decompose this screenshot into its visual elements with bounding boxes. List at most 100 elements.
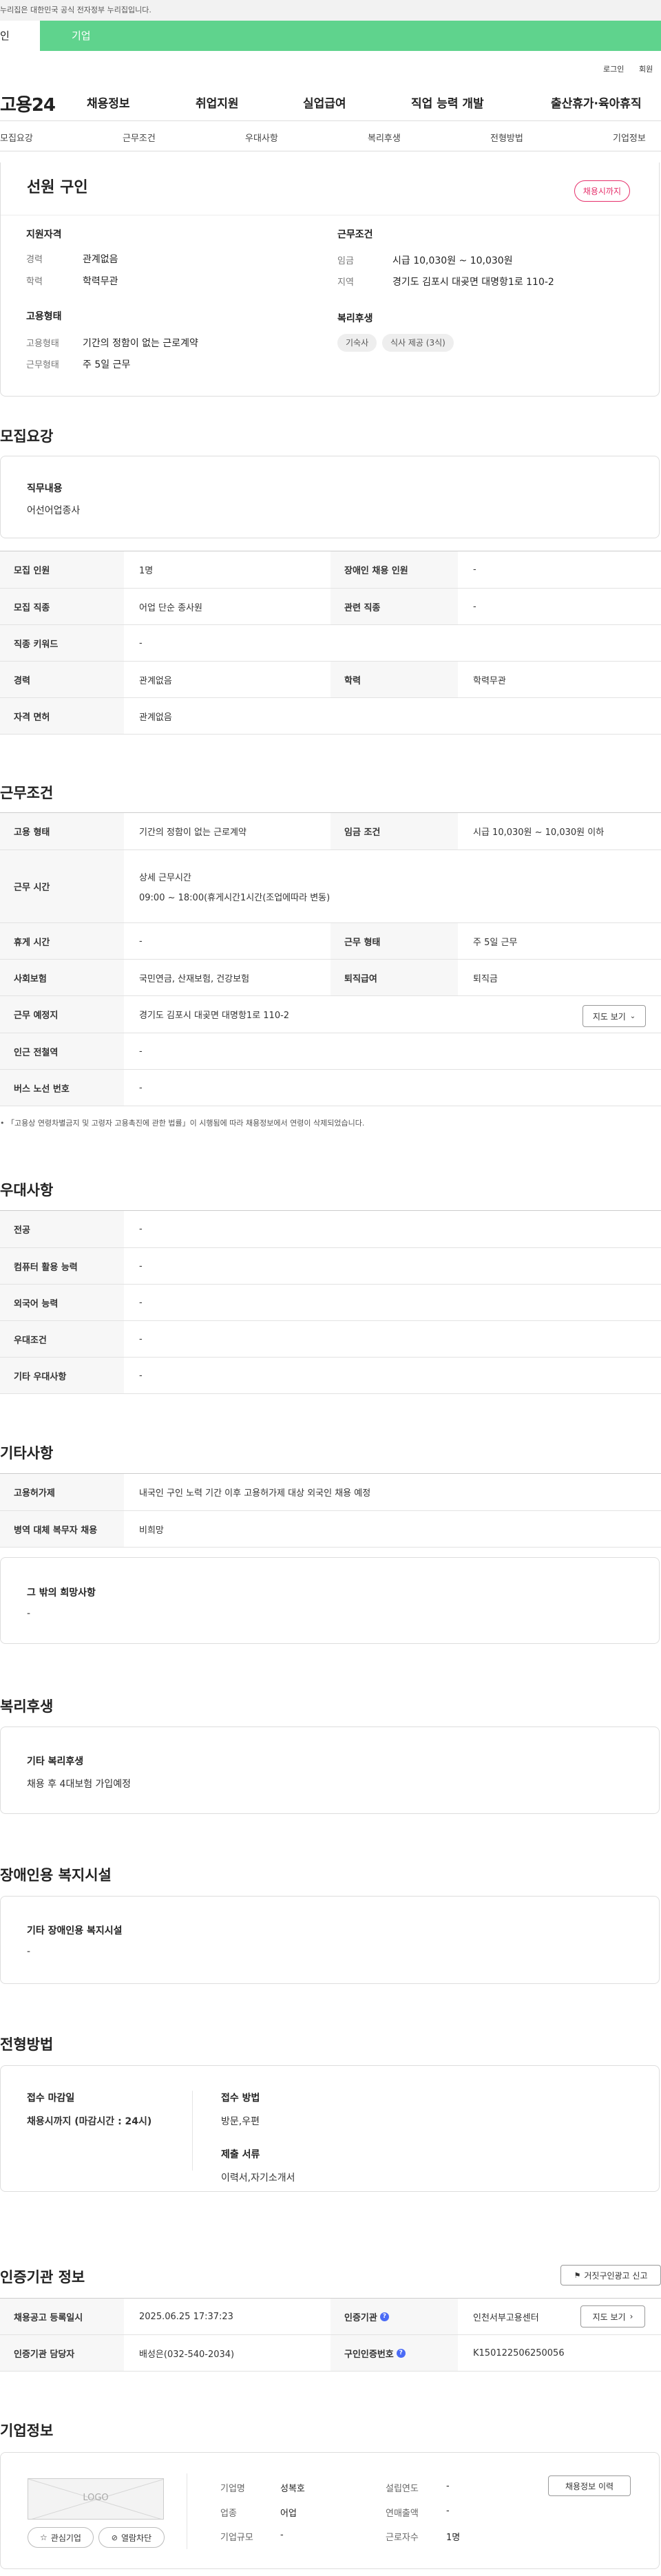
join-link[interactable]: 회원 [639, 63, 653, 74]
conditions-label: 근무조건 [337, 229, 373, 240]
pref-table: 전공 - 컴퓨터 활용 능력 - 외국어 능력 - 우대조건 - 기타 우대사항… [0, 1210, 661, 1394]
star-icon: ☆ [40, 2533, 48, 2542]
table-row: 근무 예정지 경기도 김포시 대곶면 대명항1로 110-2 [0, 996, 661, 1033]
gnb-menu-unemployment-benefit[interactable]: 실업급여 [303, 94, 346, 111]
auth-id-key: 구인인증번호 [344, 2349, 394, 2360]
subnav-process[interactable]: 전형방법 [490, 131, 523, 144]
bell-icon: ⚑ [574, 2270, 581, 2280]
duty-box: 직무내용 어선어업종사 [0, 456, 660, 538]
subnav-welfare[interactable]: 복리후생 [368, 131, 401, 144]
page: 누리집은 대한민국 공식 전자정부 누리집입니다. 인 기업 로그인 회원 고용… [0, 0, 661, 2576]
map-view-button[interactable]: 지도 보기 ⌄ [583, 1005, 646, 1027]
section-nav: 모집요강 근무조건 우대사항 복리후생 전형방법 기업정보 [0, 121, 661, 151]
method-title: 접수 방법 [221, 2093, 260, 2104]
gnb-menu-maternity-leave[interactable]: 출산휴가·육아휴직 [551, 94, 642, 111]
table-key: 퇴직급여 [330, 960, 458, 995]
tab-individual[interactable]: 인 [0, 21, 40, 51]
table-key: 근무 예정지 [0, 996, 124, 1033]
table-row: 사회보험 국민연금, 산재보험, 건강보험 퇴직급여 퇴직금 [0, 960, 661, 996]
job-history-button[interactable]: 채용정보 이력 [548, 2475, 631, 2496]
table-value: 2025.06.25 17:37:23 [139, 2311, 233, 2322]
block-icon: ⊘ [111, 2533, 118, 2542]
table-value: 시급 10,030원 ~ 10,030원 이하 [473, 827, 605, 838]
other-wishes-value: - [27, 1608, 31, 1619]
login-link[interactable]: 로그인 [603, 63, 624, 74]
table-row: 직종 키워드 - [0, 625, 661, 662]
other-wishes-box: 그 밖의 희망사항 - [0, 1557, 660, 1644]
subnav-conditions[interactable]: 근무조건 [123, 131, 156, 144]
qualification-label: 지원자격 [26, 229, 62, 240]
table-row: 외국어 능력 - [0, 1285, 661, 1321]
table-key: 모집 직종 [0, 589, 124, 624]
table-value: - [473, 601, 476, 612]
gnb-menu-employment-support[interactable]: 취업지원 [196, 94, 239, 111]
table-key: 학력 [330, 662, 458, 697]
table-key: 인증기관? [330, 2299, 458, 2334]
table-value: - [473, 564, 476, 575]
deadline-title: 접수 마감일 [27, 2093, 75, 2104]
company-heading: 기업정보 [0, 2422, 54, 2439]
table-value: - [139, 1333, 143, 1344]
auth-map-button[interactable]: 지도 보기 › [580, 2305, 645, 2327]
industry-value: 어업 [280, 2509, 297, 2519]
gov-banner: 누리집은 대한민국 공식 전자정부 누리집입니다. [0, 0, 661, 21]
docs-value: 이력서,자기소개서 [221, 2173, 295, 2184]
wage-value: 시급 10,030원 ~ 10,030원 [392, 255, 513, 266]
etc-table: 고용허가제 내국인 구인 노력 기간 이후 고용허가제 대상 외국인 채용 예정… [0, 1473, 661, 1548]
info-icon[interactable]: ? [379, 2312, 389, 2321]
industry-key: 업종 [220, 2509, 237, 2519]
site-logo[interactable]: 고용24 [0, 91, 56, 116]
table-key: 외국어 능력 [0, 1285, 124, 1320]
global-nav: 고용24 채용정보 취업지원 실업급여 직업 능력 개발 출산휴가·육아휴직 [0, 83, 661, 121]
subnav-company[interactable]: 기업정보 [613, 131, 646, 144]
table-key: 컴퓨터 활용 능력 [0, 1248, 124, 1284]
table-row: 자격 면허 관계없음 [0, 698, 661, 735]
table-key: 자격 면허 [0, 698, 124, 734]
recruit-table: 모집 인원 1명 장애인 채용 인원 - 모집 직종 어업 단순 종사원 관련 … [0, 551, 661, 735]
table-row: 근무 시간 상세 근무시간 09:00 ~ 18:00(휴게시간1시간(조업에따… [0, 850, 661, 923]
table-value: 배성은(032-540-2034) [139, 2349, 235, 2360]
user-type-tabs: 인 기업 [0, 21, 661, 51]
deadline-value: 채용시까지 (마감시간 : 24시) [27, 2116, 152, 2127]
founded-value: - [446, 2481, 450, 2491]
other-wishes-title: 그 밖의 희망사항 [27, 1587, 96, 1598]
deadline-badge: 채용시까지 [574, 180, 630, 202]
disabled-value: - [27, 1946, 31, 1957]
process-box: 접수 마감일 채용시까지 (마감시간 : 24시) 접수 방법 방문,우편 제출… [0, 2065, 660, 2192]
education-value: 학력무관 [83, 276, 118, 287]
info-icon[interactable]: ? [396, 2348, 406, 2358]
gnb-menu-vocational-training[interactable]: 직업 능력 개발 [411, 94, 484, 111]
table-value: 학력무관 [473, 675, 506, 686]
sales-key: 연매출액 [386, 2509, 419, 2519]
recruit-heading: 모집요강 [0, 428, 54, 445]
subnav-preferences[interactable]: 우대사항 [245, 131, 278, 144]
table-row: 고용허가제 내국인 구인 노력 기간 이후 고용허가제 대상 외국인 채용 예정 [0, 1474, 661, 1511]
disabled-box: 기타 장애인용 복지시설 - [0, 1896, 660, 1984]
docs-title: 제출 서류 [221, 2149, 260, 2160]
block-view-button[interactable]: ⊘ 열람차단 [98, 2527, 165, 2548]
table-value: - [139, 1046, 143, 1057]
disabled-title: 기타 장애인용 복지시설 [27, 1925, 123, 1936]
table-key: 우대조건 [0, 1321, 124, 1357]
tab-corporate[interactable]: 기업 [40, 21, 102, 51]
employees-value: 1명 [446, 2533, 461, 2543]
table-value: 관계없음 [139, 675, 172, 686]
table-key: 구인인증번호? [330, 2335, 458, 2371]
table-value: 국민연금, 산재보험, 건강보험 [139, 973, 250, 984]
table-key: 인증기관 담당자 [0, 2335, 124, 2371]
age-notice: • 「고용상 연령차별금지 및 고령자 고용촉진에 관한 법률」이 시행됨에 따… [0, 1117, 364, 1128]
age-notice-text: 「고용상 연령차별금지 및 고령자 고용촉진에 관한 법률」이 시행됨에 따라 … [7, 1119, 365, 1128]
subnav-recruit[interactable]: 모집요강 [0, 131, 33, 144]
table-row: 우대조건 - [0, 1321, 661, 1358]
pref-heading: 우대사항 [0, 1182, 54, 1199]
method-value: 방문,우편 [221, 2116, 260, 2127]
table-value: - [139, 1370, 143, 1381]
founded-key: 설립연도 [386, 2484, 419, 2494]
job-title: 선원 구인 [27, 179, 88, 196]
report-fake-ad-button[interactable]: ⚑ 거짓구인광고 신고 [560, 2265, 661, 2285]
gnb-menu-jobs[interactable]: 채용정보 [87, 94, 130, 111]
table-key: 관련 직종 [330, 589, 458, 624]
favorite-company-button[interactable]: ☆ 관심기업 [28, 2527, 94, 2548]
table-value: - [139, 1224, 143, 1234]
bullet-icon: • [0, 1119, 7, 1128]
